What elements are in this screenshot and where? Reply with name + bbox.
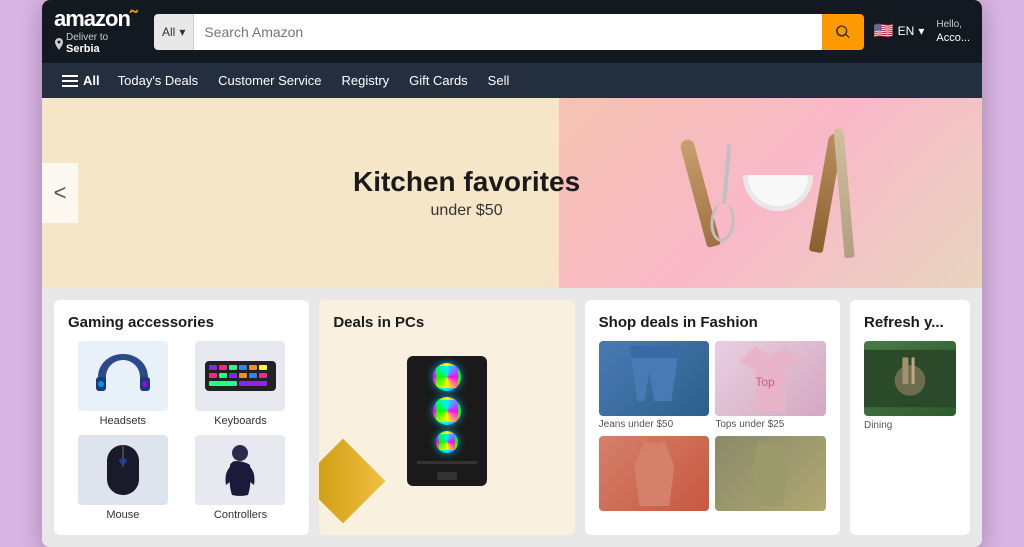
- refresh-item-dining[interactable]: Dining: [864, 341, 956, 431]
- pc-image-container[interactable]: [333, 341, 560, 501]
- refresh-card-title: Refresh y...: [864, 314, 956, 331]
- fashion-card: Shop deals in Fashion Jeans under $50: [585, 300, 840, 535]
- bowl-decoration: [743, 175, 813, 211]
- nav-gift-cards[interactable]: Gift Cards: [399, 69, 478, 92]
- pc-card-title: Deals in PCs: [333, 314, 560, 331]
- deliver-label: Deliver to: [66, 32, 108, 43]
- dress2-image: [715, 436, 826, 511]
- amazon-header: amazon˜ Deliver to Serbia All ▾: [42, 0, 982, 63]
- hero-text: Kitchen favorites under $50: [353, 166, 580, 220]
- spatula-decoration: [833, 128, 854, 258]
- headset-label: Headsets: [100, 415, 146, 427]
- dining-icon: [864, 341, 956, 416]
- gaming-item-keyboard[interactable]: Keyboards: [186, 341, 296, 427]
- search-bar: All ▾: [154, 14, 864, 50]
- figurine-image: [195, 435, 285, 505]
- gaming-card-title: Gaming accessories: [68, 314, 295, 331]
- hero-price: $50: [476, 202, 503, 219]
- fashion-item-dress2[interactable]: [715, 436, 826, 514]
- hero-decoration: [559, 98, 982, 288]
- fashion-items: Jeans under $50 Top Tops under $25: [599, 341, 826, 514]
- jeans-label: Jeans under $50: [599, 419, 710, 430]
- hero-title: Kitchen favorites: [353, 166, 580, 198]
- prev-slide-button[interactable]: <: [42, 163, 78, 223]
- tops-label: Tops under $25: [715, 419, 826, 430]
- nav-customer-service[interactable]: Customer Service: [208, 69, 331, 92]
- keyboard-icon: [203, 356, 278, 396]
- hero-subtitle: under $50: [353, 202, 580, 220]
- pc-stripe: [417, 461, 477, 464]
- keyboard-image: [195, 341, 285, 411]
- amazon-smile: ˜: [130, 6, 136, 31]
- headset-icon: [88, 349, 158, 404]
- dress2-icon: [715, 436, 826, 511]
- nav-all-button[interactable]: All: [54, 69, 108, 92]
- fashion-item-jeans[interactable]: Jeans under $50: [599, 341, 710, 430]
- svg-text:Top: Top: [756, 375, 776, 389]
- prev-arrow-icon: <: [54, 180, 67, 206]
- fan-1: [433, 363, 461, 391]
- figurine-icon: [220, 443, 260, 498]
- header-right: 🇺🇸 EN ▾ Hello, Acco...: [874, 18, 970, 45]
- search-category-label: All: [162, 25, 175, 39]
- gaming-item-headset[interactable]: Headsets: [68, 341, 178, 427]
- account-label: Acco...: [936, 31, 970, 45]
- fashion-card-title: Shop deals in Fashion: [599, 314, 826, 331]
- language-label: EN: [898, 24, 915, 38]
- dress1-image: [599, 436, 710, 511]
- chevron-down-icon: ▾: [179, 25, 185, 39]
- tops-icon: Top: [715, 341, 826, 416]
- keyboard-label: Keyboards: [214, 415, 267, 427]
- dining-image: [864, 341, 956, 416]
- search-icon: [834, 23, 852, 41]
- amazon-logo: amazon˜: [54, 8, 136, 30]
- gaming-items: Headsets: [68, 341, 295, 521]
- language-selector[interactable]: 🇺🇸 EN ▾: [874, 21, 925, 41]
- refresh-card: Refresh y... Dining: [850, 300, 970, 535]
- jeans-icon: [599, 341, 710, 416]
- hero-banner: < Kitchen favorites under $50: [42, 98, 982, 288]
- pc-tower: [407, 356, 487, 486]
- logo-area[interactable]: amazon˜ Deliver to Serbia: [54, 8, 144, 55]
- fan-3: [436, 431, 458, 453]
- dining-label: Dining: [864, 420, 956, 431]
- gaming-item-figurine[interactable]: Controllers: [186, 435, 296, 521]
- fashion-item-dress1[interactable]: [599, 436, 710, 514]
- browser-window: amazon˜ Deliver to Serbia All ▾: [42, 0, 982, 547]
- deliver-to[interactable]: Deliver to Serbia: [54, 32, 108, 55]
- dress1-icon: [599, 436, 710, 511]
- all-label: All: [83, 73, 100, 88]
- fashion-item-tops[interactable]: Top Tops under $25: [715, 341, 826, 430]
- gaming-card: Gaming accessories Head: [54, 300, 309, 535]
- location-icon: [54, 38, 64, 50]
- search-input[interactable]: [194, 14, 821, 50]
- gaming-item-mouse[interactable]: Mouse: [68, 435, 178, 521]
- nav-sell[interactable]: Sell: [478, 69, 520, 92]
- nav-todays-deals[interactable]: Today's Deals: [108, 69, 209, 92]
- hero-subtitle-text: under: [431, 202, 476, 219]
- fan-2: [433, 397, 461, 425]
- us-flag-icon: 🇺🇸: [874, 21, 894, 41]
- headset-image: [78, 341, 168, 411]
- gold-corner-decoration: [319, 439, 385, 524]
- pc-card: Deals in PCs: [319, 300, 574, 535]
- jeans-image: [599, 341, 710, 416]
- lang-chevron-icon: ▾: [918, 24, 924, 38]
- search-button[interactable]: [822, 14, 864, 50]
- hello-label: Hello,: [936, 18, 970, 31]
- location-text: Serbia: [66, 43, 108, 55]
- hamburger-icon: [62, 75, 78, 87]
- nav-registry[interactable]: Registry: [331, 69, 399, 92]
- mouse-icon: [103, 443, 143, 498]
- account-area[interactable]: Hello, Acco...: [936, 18, 970, 45]
- tops-image: Top: [715, 341, 826, 416]
- whisk-decoration: [708, 143, 740, 243]
- figurine-label: Controllers: [214, 509, 267, 521]
- pc-drive: [437, 472, 457, 480]
- search-category-dropdown[interactable]: All ▾: [154, 14, 194, 50]
- product-grid: Gaming accessories Head: [42, 288, 982, 547]
- mouse-image: [78, 435, 168, 505]
- nav-bar: All Today's Deals Customer Service Regis…: [42, 63, 982, 98]
- mouse-label: Mouse: [106, 509, 139, 521]
